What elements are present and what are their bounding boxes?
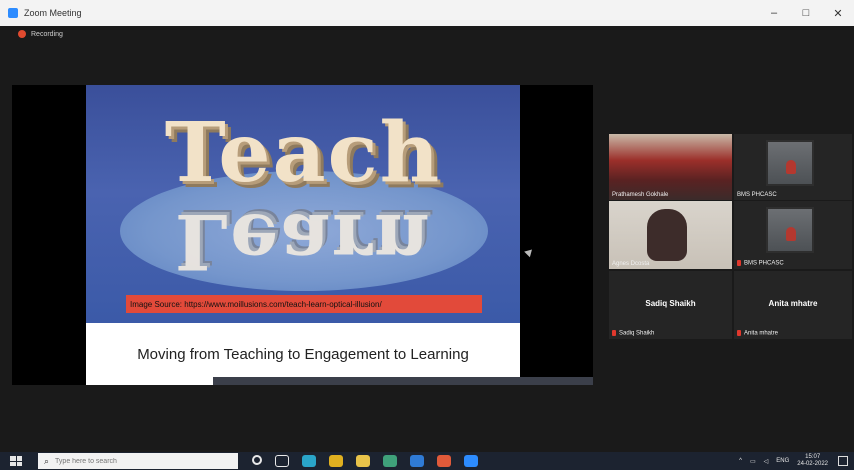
participant-video [766,140,814,186]
zoom-window: Zoom Meeting – □ ✕ Recording Teach Learn… [0,0,854,470]
title-bar: Zoom Meeting – □ ✕ [0,0,854,26]
network-icon[interactable]: ▭ [750,458,756,465]
participant-display-name: Sadiq Shaikh [645,299,696,308]
clock-time: 15:07 [805,454,821,460]
muted-mic-icon [612,330,616,337]
slide-word-learn: Learn [174,197,432,286]
muted-mic-icon [737,260,741,267]
person-icon [786,227,796,241]
image-source-note: Image Source: https://www.moillusions.co… [126,295,482,313]
participant-name-row: Anita mhatre [737,330,778,337]
maximize-button[interactable]: □ [790,0,822,26]
slide-image: Teach Learn Image Source: https://www.mo… [86,85,520,323]
person-icon [647,209,687,261]
taskbar-apps [252,455,491,467]
taskbar-search[interactable]: ⌕ [38,453,238,469]
participant-tile[interactable]: Sadiq Shaikh Sadiq Shaikh [609,271,732,339]
volume-icon[interactable]: ◁ [764,458,769,465]
zoom-icon[interactable] [464,455,478,467]
search-input[interactable] [55,457,226,465]
clock[interactable]: 15:07 24-02-2022 [797,454,828,468]
search-icon: ⌕ [44,455,50,466]
participant-tile-active-speaker[interactable]: Agnes Dcosta [609,201,732,269]
chrome-icon[interactable] [329,455,343,467]
recording-label: Recording [31,30,63,38]
participant-name-row: Sadiq Shaikh [612,330,654,337]
app-icon-1[interactable] [383,455,397,467]
participant-tile[interactable]: BMS PHCASC [734,201,852,269]
participant-name: Agnes Dcosta [612,261,650,267]
participant-name: Sadiq Shaikh [619,331,655,337]
muted-mic-icon [737,330,741,337]
notification-icon[interactable] [838,456,848,466]
participant-name: BMS PHCASC [744,261,784,267]
share-scrollbar[interactable] [213,377,593,385]
window-title: Zoom Meeting [24,8,82,18]
language-indicator[interactable]: ENG [776,458,789,464]
participant-video [609,201,732,269]
edge-icon[interactable] [302,455,316,467]
circle-icon[interactable] [252,455,262,465]
participant-name: BMS PHCASC [737,192,777,198]
participant-video [766,207,814,253]
participant-name-row: BMS PHCASC [737,260,784,267]
minimize-button[interactable]: – [758,0,790,26]
participant-video [609,134,732,200]
participant-display-name: Anita mhatre [768,299,818,308]
windows-taskbar: ⌕ ^ ▭ ◁ ENG 15:07 24-02-2022 [0,452,854,470]
app-icon-3[interactable] [437,455,451,467]
chevron-up-icon[interactable]: ^ [739,458,742,464]
windows-start-icon[interactable] [10,456,22,466]
participant-name: Anita mhatre [744,331,779,337]
participant-tile[interactable]: BMS PHCASC [734,134,852,200]
close-button[interactable]: ✕ [822,0,854,26]
participant-tile[interactable]: Prathamesh Gokhale [609,134,732,200]
app-icon-2[interactable] [410,455,424,467]
slide-caption-area: Moving from Teaching to Engagement to Le… [86,323,520,385]
task-view-icon[interactable] [275,455,289,467]
window-controls: – □ ✕ [758,0,854,26]
clock-date: 24-02-2022 [797,461,828,467]
zoom-app-icon [8,8,18,18]
slide-word-teach: Teach [164,105,442,201]
system-tray: ^ ▭ ◁ ENG 15:07 24-02-2022 [731,452,828,470]
participant-tile[interactable]: Anita mhatre Anita mhatre [734,271,852,339]
slide-caption: Moving from Teaching to Engagement to Le… [137,345,469,363]
recording-dot-icon [18,30,26,38]
shared-slide: Teach Learn Image Source: https://www.mo… [86,85,520,385]
person-icon [786,160,796,174]
file-explorer-icon[interactable] [356,455,370,467]
recording-indicator[interactable]: Recording [18,30,63,38]
participant-name: Prathamesh Gokhale [612,192,669,198]
